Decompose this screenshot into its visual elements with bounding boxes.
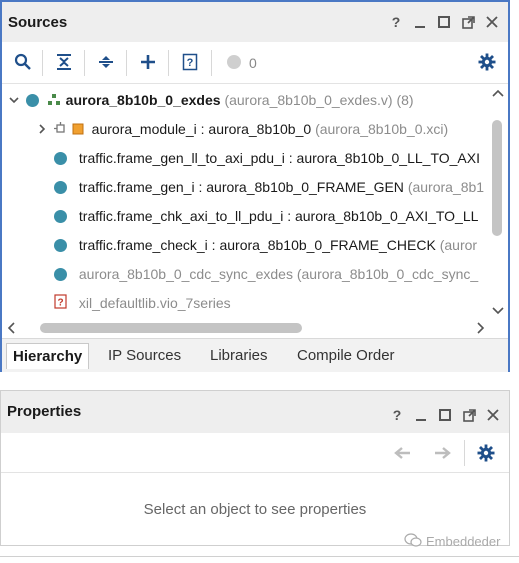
tree-item-row[interactable]: traffic.frame_chk_axi_to_ll_pdu_i : auro… <box>54 205 478 227</box>
status-dot-icon <box>54 151 67 165</box>
wechat-icon <box>404 533 422 550</box>
hierarchy-icon <box>47 90 62 112</box>
tree-module-row[interactable]: aurora_module_i : aurora_8b10b_0 (aurora… <box>36 118 448 140</box>
sources-header: Sources ? <box>2 2 508 42</box>
properties-window-controls: ? <box>389 405 501 425</box>
sources-panel: Sources ? ? 0 aurora_8b10b_0_exdes (auro… <box>0 0 510 372</box>
tab-compile-order[interactable]: Compile Order <box>291 343 401 369</box>
tree-item-name: traffic.frame_gen_i : aurora_8b10b_0_FRA… <box>78 179 404 195</box>
help-doc-icon[interactable]: ? <box>179 51 201 73</box>
vertical-scroll-thumb[interactable] <box>492 120 502 236</box>
watermark-text: Embeddeder <box>426 534 501 549</box>
tree-item-name: traffic.frame_check_i : aurora_8b10b_0_F… <box>78 237 436 253</box>
tree-item-row[interactable]: traffic.frame_gen_i : aurora_8b10b_0_FRA… <box>54 176 484 198</box>
properties-toolbar <box>1 433 509 473</box>
status-dot-icon <box>25 93 39 107</box>
collapse-all-icon[interactable] <box>53 51 75 73</box>
close-icon[interactable] <box>484 12 500 32</box>
sources-tabs: Hierarchy IP Sources Libraries Compile O… <box>2 338 508 372</box>
sources-title: Sources <box>8 14 68 31</box>
status-dot-icon <box>223 51 245 73</box>
tree-item-row[interactable]: traffic.frame_check_i : aurora_8b10b_0_F… <box>54 234 477 256</box>
properties-title: Properties <box>7 403 82 420</box>
tree-cdc-name: aurora_8b10b_0_cdc_sync_exdes <box>78 266 293 282</box>
svg-text:?: ? <box>57 298 63 309</box>
add-icon[interactable] <box>137 51 159 73</box>
ip-module-icon <box>72 119 88 141</box>
chevron-down-icon[interactable] <box>8 90 22 112</box>
tab-hierarchy[interactable]: Hierarchy <box>6 343 90 369</box>
sources-tree: aurora_8b10b_0_exdes (aurora_8b10b_0_exd… <box>2 84 490 318</box>
help-icon[interactable]: ? <box>389 405 405 425</box>
float-icon[interactable] <box>460 12 476 32</box>
tree-module-detail: (aurora_8b10b_0.xci) <box>315 121 449 137</box>
divider <box>0 556 519 557</box>
help-icon[interactable]: ? <box>388 12 404 32</box>
gear-icon[interactable] <box>476 51 498 73</box>
tree-cdc-row[interactable]: aurora_8b10b_0_cdc_sync_exdes (aurora_8b… <box>54 263 478 285</box>
tab-ip-sources[interactable]: IP Sources <box>102 343 187 369</box>
horizontal-scrollbar[interactable] <box>2 318 490 336</box>
minimize-icon[interactable] <box>412 12 428 32</box>
tree-cdc-detail: (aurora_8b10b_0_cdc_sync_ <box>296 266 479 282</box>
tree-item-row[interactable]: traffic.frame_gen_ll_to_axi_pdu_i : auro… <box>54 147 480 169</box>
horizontal-scroll-thumb[interactable] <box>40 323 302 333</box>
properties-header: Properties ? <box>1 391 509 433</box>
status-dot-icon <box>54 180 67 194</box>
tab-libraries[interactable]: Libraries <box>204 343 274 369</box>
back-arrow-icon[interactable] <box>391 442 413 464</box>
expand-all-icon[interactable] <box>95 51 117 73</box>
search-icon[interactable] <box>12 51 34 73</box>
missing-file-icon: ? <box>54 293 75 315</box>
watermark: Embeddeder <box>404 533 500 550</box>
sources-window-controls: ? <box>388 12 500 32</box>
tree-module-name: aurora_module_i : aurora_8b10b_0 <box>91 121 312 137</box>
tree-item-name: traffic.frame_gen_ll_to_axi_pdu_i : auro… <box>78 150 480 166</box>
tree-lib-row[interactable]: ? xil_defaultlib.vio_7series <box>54 292 231 314</box>
tree-item-detail: (auror <box>439 237 478 253</box>
tree-item-name: traffic.frame_chk_axi_to_ll_pdu_i : auro… <box>78 208 479 224</box>
sources-toolbar: ? 0 <box>2 42 508 84</box>
restore-icon[interactable] <box>436 12 452 32</box>
float-icon[interactable] <box>461 405 477 425</box>
status-dot-icon <box>54 238 67 252</box>
connector-icon <box>53 119 68 141</box>
status-count: 0 <box>249 55 257 71</box>
restore-icon[interactable] <box>437 405 453 425</box>
svg-text:?: ? <box>187 57 194 69</box>
properties-panel: Properties ? Select an object to see pro… <box>0 390 510 546</box>
tree-root-row[interactable]: aurora_8b10b_0_exdes (aurora_8b10b_0_exd… <box>8 89 414 111</box>
tree-root-name: aurora_8b10b_0_exdes <box>65 92 221 108</box>
status-dot-icon <box>54 267 67 281</box>
tree-item-detail: (aurora_8b1 <box>407 179 485 195</box>
gear-icon[interactable] <box>475 442 497 464</box>
status-dot-icon <box>54 209 67 223</box>
tree-lib-name: xil_defaultlib.vio_7series <box>78 295 231 311</box>
tree-root-detail: (aurora_8b10b_0_exdes.v) (8) <box>224 92 414 108</box>
chevron-right-icon[interactable] <box>36 119 50 141</box>
vertical-scrollbar[interactable] <box>488 84 508 318</box>
close-icon[interactable] <box>485 405 501 425</box>
forward-arrow-icon[interactable] <box>432 442 454 464</box>
minimize-icon[interactable] <box>413 405 429 425</box>
